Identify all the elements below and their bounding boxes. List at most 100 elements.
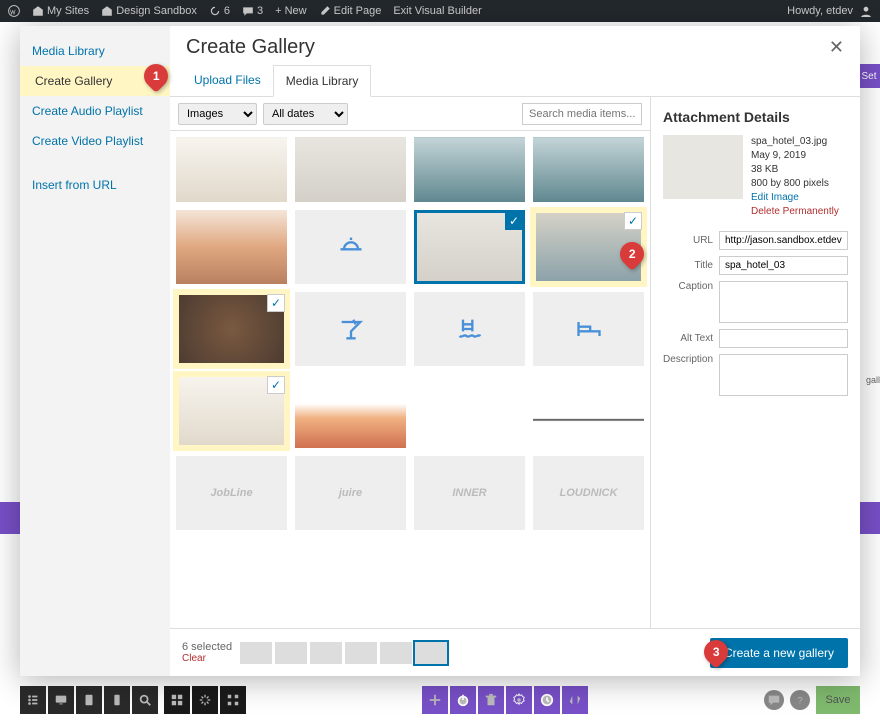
- media-item[interactable]: LOUDNICK: [533, 456, 644, 530]
- url-input[interactable]: [719, 231, 848, 250]
- media-item[interactable]: ✓: [414, 210, 525, 284]
- media-item[interactable]: [176, 137, 287, 202]
- media-item[interactable]: ✓: [176, 292, 287, 366]
- filter-type-select[interactable]: Images: [178, 103, 257, 125]
- edit-image-link[interactable]: Edit Image: [751, 191, 839, 205]
- details-thumbnail: [663, 135, 743, 199]
- details-heading: Attachment Details: [663, 109, 848, 125]
- media-modal: Media Library Create Gallery Create Audi…: [20, 26, 860, 676]
- modal-tabs: Upload Files Media Library: [170, 65, 860, 97]
- placeholder-logo: juire: [339, 487, 362, 499]
- desc-label: Description: [663, 354, 713, 365]
- filter-date-select[interactable]: All dates: [263, 103, 348, 125]
- search-input[interactable]: [522, 103, 642, 125]
- tb-swap[interactable]: [562, 686, 588, 714]
- mini-thumb[interactable]: [345, 642, 377, 664]
- details-date: May 9, 2019: [751, 149, 839, 163]
- new-link[interactable]: + New: [275, 5, 306, 17]
- alt-input[interactable]: [719, 329, 848, 348]
- caption-label: Caption: [663, 281, 713, 292]
- details-size: 38 KB: [751, 163, 839, 177]
- site-name-link[interactable]: Design Sandbox: [101, 5, 197, 17]
- updates-link[interactable]: 6: [209, 5, 230, 17]
- mini-thumb[interactable]: [310, 642, 342, 664]
- media-item[interactable]: [533, 374, 644, 448]
- mini-thumb[interactable]: [415, 642, 447, 664]
- details-filename: spa_hotel_03.jpg: [751, 135, 839, 149]
- url-label: URL: [663, 235, 713, 246]
- media-item[interactable]: [414, 137, 525, 202]
- cocktail-icon: [337, 315, 365, 343]
- tb-add[interactable]: [422, 686, 448, 714]
- howdy-link[interactable]: Howdy, etdev: [787, 5, 872, 17]
- sidebar-item-media-library[interactable]: Media Library: [20, 36, 170, 66]
- tab-upload-files[interactable]: Upload Files: [182, 65, 273, 96]
- delete-link[interactable]: Delete Permanently: [751, 205, 839, 219]
- settings-tab[interactable]: Set: [858, 64, 880, 88]
- tb-grid[interactable]: [220, 686, 246, 714]
- tb-settings[interactable]: [506, 686, 532, 714]
- media-item[interactable]: INNER: [414, 456, 525, 530]
- exit-builder-link[interactable]: Exit Visual Builder: [393, 5, 481, 17]
- edit-page-link[interactable]: Edit Page: [319, 5, 382, 17]
- media-item[interactable]: ✓: [176, 374, 287, 448]
- mini-thumb[interactable]: [380, 642, 412, 664]
- save-button[interactable]: Save: [816, 686, 860, 714]
- tb-chat[interactable]: [764, 690, 784, 710]
- media-item[interactable]: [533, 137, 644, 202]
- media-item[interactable]: [414, 374, 525, 448]
- modal-main: Create Gallery ✕ Upload Files Media Libr…: [170, 26, 860, 676]
- wp-logo[interactable]: [8, 5, 20, 17]
- caption-input[interactable]: [719, 281, 848, 323]
- modal-header: Create Gallery ✕: [170, 26, 860, 65]
- tb-trash[interactable]: [478, 686, 504, 714]
- bell-icon: [337, 233, 365, 261]
- placeholder-logo: JobLine: [210, 487, 252, 499]
- create-gallery-button[interactable]: Create a new gallery: [710, 638, 848, 668]
- tb-history[interactable]: [534, 686, 560, 714]
- sidebar-item-audio-playlist[interactable]: Create Audio Playlist: [20, 96, 170, 126]
- comments-link[interactable]: 3: [242, 5, 263, 17]
- gallery-peek: gall: [866, 375, 880, 385]
- alt-label: Alt Text: [663, 333, 713, 344]
- desc-input[interactable]: [719, 354, 848, 396]
- close-button[interactable]: ✕: [829, 37, 844, 58]
- tb-zoom[interactable]: [132, 686, 158, 714]
- clear-link[interactable]: Clear: [182, 653, 232, 664]
- tb-wireframe[interactable]: [164, 686, 190, 714]
- modal-sidebar: Media Library Create Gallery Create Audi…: [20, 26, 170, 676]
- tb-menu[interactable]: [20, 686, 46, 714]
- mini-thumb[interactable]: [275, 642, 307, 664]
- tb-power[interactable]: [450, 686, 476, 714]
- mini-thumb[interactable]: [240, 642, 272, 664]
- media-item[interactable]: juire: [295, 456, 406, 530]
- pool-icon: [456, 315, 484, 343]
- media-item[interactable]: [533, 292, 644, 366]
- tb-mobile[interactable]: [104, 686, 130, 714]
- media-item[interactable]: [295, 292, 406, 366]
- media-item[interactable]: [176, 210, 287, 284]
- tb-help[interactable]: ?: [790, 690, 810, 710]
- check-icon: ✓: [505, 212, 523, 230]
- svg-text:?: ?: [797, 696, 802, 707]
- sidebar-item-insert-url[interactable]: Insert from URL: [20, 170, 170, 200]
- tb-desktop[interactable]: [48, 686, 74, 714]
- title-input[interactable]: [719, 256, 848, 275]
- media-item[interactable]: [295, 210, 406, 284]
- tb-click[interactable]: [192, 686, 218, 714]
- media-item[interactable]: [295, 137, 406, 202]
- media-item[interactable]: [295, 374, 406, 448]
- my-sites-link[interactable]: My Sites: [32, 5, 89, 17]
- sidebar-item-video-playlist[interactable]: Create Video Playlist: [20, 126, 170, 156]
- media-item[interactable]: JobLine: [176, 456, 287, 530]
- media-item[interactable]: [414, 292, 525, 366]
- tab-media-library[interactable]: Media Library: [273, 65, 372, 97]
- bed-icon: [575, 315, 603, 343]
- placeholder-logo: INNER: [452, 487, 486, 499]
- attachment-details: Attachment Details spa_hotel_03.jpg May …: [650, 97, 860, 628]
- tb-tablet[interactable]: [76, 686, 102, 714]
- placeholder-logo: LOUDNICK: [559, 487, 617, 499]
- media-grid: ✓ ✓ ✓ ✓ JobLine juire INNER LOUDNICK: [170, 131, 650, 628]
- modal-footer: 6 selected Clear Create a new gallery: [170, 628, 860, 676]
- details-info: spa_hotel_03.jpg May 9, 2019 38 KB 800 b…: [751, 135, 839, 219]
